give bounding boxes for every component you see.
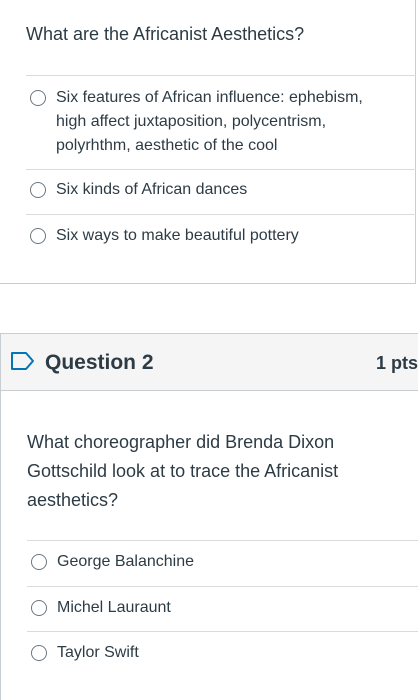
question-2-points: 1 pts [376, 353, 418, 373]
radio-button[interactable] [31, 600, 47, 616]
answer-option-1[interactable]: George Balanchine [31, 550, 397, 574]
radio-button[interactable] [31, 554, 47, 570]
radio-button[interactable] [30, 90, 46, 106]
divider [27, 540, 418, 541]
radio-button[interactable] [30, 228, 46, 244]
radio-button[interactable] [31, 645, 47, 661]
answer-label: Six ways to make beautiful pottery [56, 227, 299, 244]
answer-label: Taylor Swift [57, 644, 139, 661]
answer-option-2[interactable]: Michel Lauraunt [31, 596, 397, 620]
question-2-card: Question 2 1 pts What choreographer did … [0, 333, 418, 700]
answer-label: Michel Lauraunt [57, 599, 171, 616]
divider [27, 631, 418, 632]
answer-label: George Balanchine [57, 553, 194, 570]
question-2-header: Question 2 1 pts [1, 334, 418, 391]
divider [26, 169, 416, 170]
question-2-text: What choreographer did Brenda Dixon Gott… [27, 432, 339, 510]
question-2-title: Question 2 [45, 351, 154, 374]
answer-option-3[interactable]: Taylor Swift [31, 641, 397, 665]
question-1-card: What are the Africanist Aesthetics? Six … [0, 0, 416, 284]
answer-option-1[interactable]: Six features of African influence: epheb… [30, 86, 396, 158]
answer-label: Six features of African influence: epheb… [56, 89, 363, 154]
divider [26, 214, 416, 215]
answer-option-3[interactable]: Six ways to make beautiful pottery [30, 224, 396, 248]
answer-label: Six kinds of African dances [56, 181, 248, 198]
radio-button[interactable] [30, 182, 46, 198]
flag-question-icon[interactable] [11, 352, 35, 370]
divider [26, 75, 416, 76]
question-1-text: What are the Africanist Aesthetics? [26, 24, 305, 44]
answer-option-2[interactable]: Six kinds of African dances [30, 178, 396, 202]
divider [27, 586, 418, 587]
